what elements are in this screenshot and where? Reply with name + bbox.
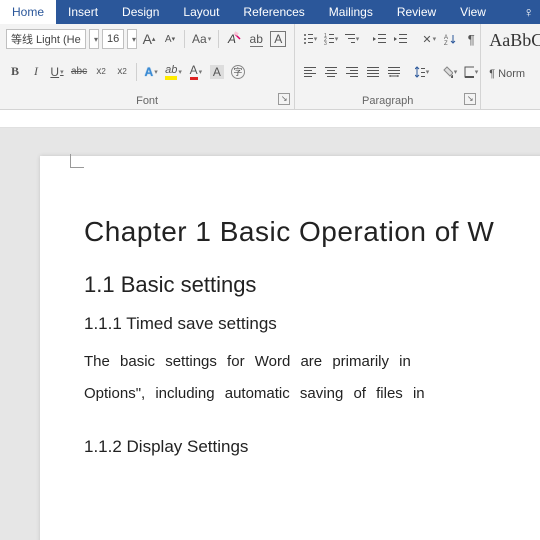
- numbering-button[interactable]: 123▾: [322, 29, 340, 49]
- font-name-dropdown[interactable]: ▾: [89, 29, 99, 49]
- heading-2[interactable]: 1.1 Basic settings: [84, 272, 540, 298]
- font-color-button[interactable]: A▾: [187, 62, 205, 82]
- char-border-button[interactable]: A: [268, 29, 288, 49]
- font-dialog-launcher[interactable]: ↘: [278, 93, 290, 105]
- body-text[interactable]: The basic settings for Word are primaril…: [84, 346, 540, 409]
- italic-button[interactable]: I: [27, 62, 45, 82]
- bold-button[interactable]: B: [6, 62, 24, 82]
- svg-text:3: 3: [324, 41, 327, 45]
- font-group-label: Font: [6, 93, 288, 107]
- bullets-button[interactable]: ▾: [301, 29, 319, 49]
- phonetic-guide-button[interactable]: ab: [247, 29, 265, 49]
- margin-corner-icon: [70, 154, 84, 168]
- change-case-button[interactable]: Aa▾: [190, 29, 213, 49]
- tab-references[interactable]: References: [231, 0, 316, 24]
- heading-3b[interactable]: 1.1.2 Display Settings: [84, 437, 540, 457]
- borders-button[interactable]: ▾: [462, 62, 480, 82]
- style-preview[interactable]: AaBbC: [487, 28, 540, 53]
- char-shading-button[interactable]: A: [208, 62, 226, 82]
- asian-layout-button[interactable]: ✕▾: [420, 29, 438, 49]
- subscript-button[interactable]: x2: [92, 62, 110, 82]
- paragraph-group-label: Paragraph: [301, 93, 474, 107]
- tab-home[interactable]: Home: [0, 0, 56, 24]
- page[interactable]: Chapter 1 Basic Operation of W 1.1 Basic…: [40, 156, 540, 540]
- paragraph-dialog-launcher[interactable]: ↘: [464, 93, 476, 105]
- distribute-button[interactable]: [385, 62, 403, 82]
- svg-text:Z: Z: [444, 41, 448, 45]
- ribbon-tabs: Home Insert Design Layout References Mai…: [0, 0, 540, 24]
- tab-view[interactable]: View: [448, 0, 498, 24]
- font-size-combo[interactable]: 16: [102, 29, 124, 49]
- tab-layout[interactable]: Layout: [171, 0, 231, 24]
- group-font: 等线 Light (He▾ 16▾ A▴ A▾ Aa▾ A ab A B I U…: [0, 24, 295, 109]
- ruler[interactable]: [0, 110, 540, 128]
- font-size-dropdown[interactable]: ▾: [127, 29, 137, 49]
- shading-button[interactable]: ▾: [441, 62, 459, 82]
- style-normal[interactable]: ¶ Norm: [487, 68, 540, 80]
- highlight-button[interactable]: ab▾: [163, 62, 184, 82]
- multilevel-list-button[interactable]: ▾: [343, 29, 361, 49]
- sort-button[interactable]: AZ: [441, 29, 459, 49]
- superscript-button[interactable]: x2: [113, 62, 131, 82]
- increase-indent-button[interactable]: [392, 29, 410, 49]
- enclose-char-button[interactable]: 字: [229, 62, 247, 82]
- show-marks-button[interactable]: ¶: [462, 29, 480, 49]
- tell-me-icon[interactable]: ♀: [518, 0, 540, 24]
- document-area: Chapter 1 Basic Operation of W 1.1 Basic…: [0, 128, 540, 540]
- strikethrough-button[interactable]: abc: [69, 62, 89, 82]
- clear-formatting-button[interactable]: A: [224, 29, 244, 49]
- tab-insert[interactable]: Insert: [56, 0, 110, 24]
- ribbon: 等线 Light (He▾ 16▾ A▴ A▾ Aa▾ A ab A B I U…: [0, 24, 540, 110]
- tab-mailings[interactable]: Mailings: [317, 0, 385, 24]
- text-effects-button[interactable]: A▾: [142, 62, 160, 82]
- tab-review[interactable]: Review: [385, 0, 448, 24]
- underline-button[interactable]: U▾: [48, 62, 66, 82]
- decrease-font-button[interactable]: A▾: [161, 29, 179, 49]
- heading-1[interactable]: Chapter 1 Basic Operation of W: [84, 216, 540, 248]
- line-spacing-button[interactable]: ▾: [413, 62, 431, 82]
- align-center-button[interactable]: [322, 62, 340, 82]
- group-styles: AaBbC ¶ Norm: [481, 24, 540, 109]
- align-left-button[interactable]: [301, 62, 319, 82]
- tab-design[interactable]: Design: [110, 0, 171, 24]
- font-name-combo[interactable]: 等线 Light (He: [6, 29, 86, 49]
- group-paragraph: ▾ 123▾ ▾ ✕▾ AZ ¶ ▾ ▾ ▾ Paragraph ↘: [295, 24, 481, 109]
- decrease-indent-button[interactable]: [371, 29, 389, 49]
- justify-button[interactable]: [364, 62, 382, 82]
- align-right-button[interactable]: [343, 62, 361, 82]
- heading-3a[interactable]: 1.1.1 Timed save settings: [84, 314, 540, 334]
- increase-font-button[interactable]: A▴: [140, 29, 158, 49]
